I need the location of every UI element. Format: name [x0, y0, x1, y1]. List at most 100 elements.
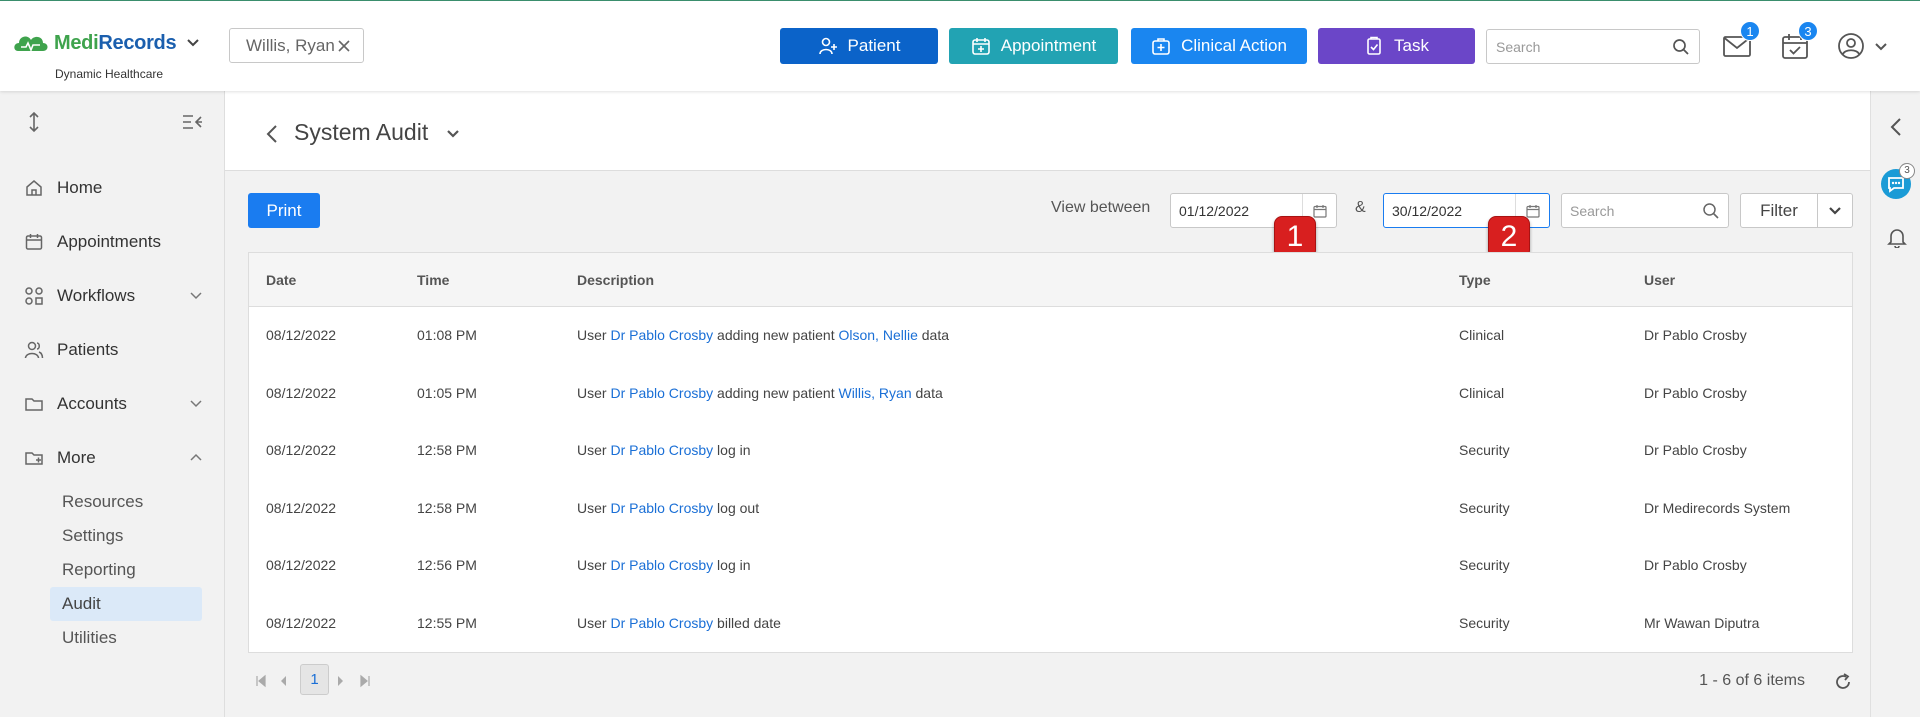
new-appointment-button[interactable]: Appointment	[949, 28, 1118, 64]
user-link[interactable]: Dr Pablo Crosby	[610, 615, 713, 631]
user-link[interactable]: Dr Pablo Crosby	[610, 500, 713, 516]
user-link[interactable]: Dr Pablo Crosby	[610, 327, 713, 343]
sidebar-item-home[interactable]: Home	[0, 161, 225, 215]
cell-date: 08/12/2022	[266, 557, 337, 574]
sidebar-item-label: More	[57, 448, 96, 467]
back-arrow-icon[interactable]	[265, 124, 279, 144]
table-row[interactable]: 08/12/2022 01:08 PM User Dr Pablo Crosby…	[249, 307, 1852, 365]
sidebar-subitem-utilities[interactable]: Utilities	[50, 621, 202, 655]
search-icon[interactable]	[1672, 38, 1690, 56]
user-link[interactable]: Dr Pablo Crosby	[610, 442, 713, 458]
table-row[interactable]: 08/12/2022 12:56 PM User Dr Pablo Crosby…	[249, 537, 1852, 595]
user-link[interactable]: Dr Pablo Crosby	[610, 385, 713, 401]
previous-page-icon[interactable]	[278, 674, 288, 688]
global-search[interactable]	[1486, 29, 1700, 64]
column-header-description[interactable]: Description	[577, 272, 654, 288]
sidebar-subitem-audit[interactable]: Audit	[50, 587, 202, 621]
cell-user: Dr Pablo Crosby	[1644, 327, 1747, 343]
chevron-left-icon[interactable]	[1889, 116, 1903, 138]
new-patient-button[interactable]: Patient	[780, 28, 938, 64]
chevron-down-icon[interactable]	[189, 398, 203, 410]
close-icon[interactable]	[337, 39, 351, 53]
mail-badge: 1	[1740, 21, 1760, 41]
column-header-date[interactable]: Date	[266, 272, 296, 288]
medirecords-logo[interactable]: MediRecords	[12, 31, 200, 55]
refresh-icon[interactable]	[1833, 672, 1853, 692]
cell-date: 08/12/2022	[266, 442, 337, 459]
sidebar-nav: Home Appointments Workflows Patients Acc…	[0, 161, 225, 655]
audit-search-input[interactable]	[1562, 194, 1692, 227]
expand-vertical-icon[interactable]	[25, 111, 43, 133]
medical-kit-icon	[1152, 38, 1170, 55]
table-row[interactable]: 08/12/2022 12:58 PM User Dr Pablo Crosby…	[249, 480, 1852, 538]
clinical-action-button[interactable]: Clinical Action	[1131, 28, 1307, 64]
chevron-down-icon[interactable]	[1874, 41, 1888, 53]
logo-tagline: Dynamic Healthcare	[55, 67, 164, 81]
audit-search[interactable]	[1561, 193, 1729, 228]
clipboard-check-icon	[1367, 36, 1381, 55]
chevron-down-icon[interactable]	[186, 36, 200, 50]
sidebar-subitem-reporting[interactable]: Reporting	[50, 553, 202, 587]
user-link[interactable]: Dr Pablo Crosby	[610, 557, 713, 573]
page-number-current[interactable]: 1	[300, 664, 329, 695]
calendar-icon	[1525, 204, 1540, 218]
table-row[interactable]: 08/12/2022 12:55 PM User Dr Pablo Crosby…	[249, 595, 1852, 653]
sidebar-item-accounts[interactable]: Accounts	[0, 377, 225, 431]
user-avatar-icon[interactable]	[1837, 32, 1865, 60]
calendar-icon	[1312, 204, 1327, 218]
cell-user: Dr Pablo Crosby	[1644, 557, 1747, 574]
sidebar-item-label: Accounts	[57, 394, 127, 413]
sidebar-item-label: Appointments	[57, 232, 161, 251]
sidebar-item-label: Workflows	[57, 286, 136, 305]
cell-description: User Dr Pablo Crosby billed date	[577, 614, 781, 631]
patient-link[interactable]: Olson, Nellie	[838, 327, 917, 343]
bell-icon[interactable]	[1887, 226, 1907, 248]
cell-time: 01:08 PM	[417, 327, 477, 343]
main-content: System Audit Print View between & 1 2 Fi…	[225, 91, 1870, 717]
cell-user: Dr Medirecords System	[1644, 499, 1791, 516]
first-page-icon[interactable]	[254, 674, 268, 688]
collapse-sidebar-icon[interactable]	[181, 113, 203, 131]
last-page-icon[interactable]	[358, 674, 372, 688]
print-button[interactable]: Print	[248, 193, 320, 228]
chevron-down-icon[interactable]	[189, 290, 203, 302]
column-header-time[interactable]: Time	[417, 272, 449, 288]
sidebar-subitem-settings[interactable]: Settings	[50, 519, 202, 553]
table-row[interactable]: 08/12/2022 01:05 PM User Dr Pablo Crosby…	[249, 365, 1852, 423]
sidebar-item-workflows[interactable]: Workflows	[0, 269, 225, 323]
sidebar-subitem-resources[interactable]: Resources	[50, 485, 202, 519]
appointment-button-label: Appointment	[1000, 36, 1097, 55]
patient-link[interactable]: Willis, Ryan	[838, 385, 911, 401]
sidebar-item-more[interactable]: More	[0, 431, 225, 485]
task-button-label: Task	[1394, 36, 1429, 55]
next-page-icon[interactable]	[336, 674, 346, 688]
column-header-type[interactable]: Type	[1459, 272, 1491, 288]
sidebar-item-appointments[interactable]: Appointments	[0, 215, 225, 269]
column-header-user[interactable]: User	[1644, 272, 1675, 288]
tasks-badge: 3	[1798, 21, 1818, 41]
new-task-button[interactable]: Task	[1318, 28, 1475, 64]
filter-button[interactable]: Filter	[1740, 193, 1818, 228]
filter-dropdown-button[interactable]	[1817, 193, 1853, 228]
patients-icon	[24, 341, 44, 359]
cell-type: Security	[1459, 557, 1510, 574]
cell-date: 08/12/2022	[266, 499, 337, 516]
messages-button[interactable]: 1	[1722, 21, 1760, 61]
search-icon[interactable]	[1702, 202, 1720, 220]
sidebar-item-patients[interactable]: Patients	[0, 323, 225, 377]
cell-description: User Dr Pablo Crosby log out	[577, 499, 760, 516]
cell-date: 08/12/2022	[266, 614, 337, 631]
sidebar: Home Appointments Workflows Patients Acc…	[0, 91, 225, 717]
table-row[interactable]: 08/12/2022 12:58 PM User Dr Pablo Crosby…	[249, 422, 1852, 480]
right-rail: 3	[1870, 91, 1920, 717]
chevron-down-icon	[1829, 206, 1841, 215]
chevron-down-icon[interactable]	[446, 129, 460, 139]
cell-type: Security	[1459, 614, 1510, 631]
current-patient-chip[interactable]: Willis, Ryan	[229, 28, 364, 63]
tasks-button[interactable]: 3	[1780, 21, 1818, 61]
clinical-action-button-label: Clinical Action	[1181, 36, 1287, 55]
app-header: MediRecords Dynamic Healthcare Willis, R…	[0, 0, 1920, 91]
global-search-input[interactable]	[1487, 30, 1657, 63]
cell-date: 08/12/2022	[266, 384, 337, 401]
chevron-up-icon[interactable]	[189, 452, 203, 464]
